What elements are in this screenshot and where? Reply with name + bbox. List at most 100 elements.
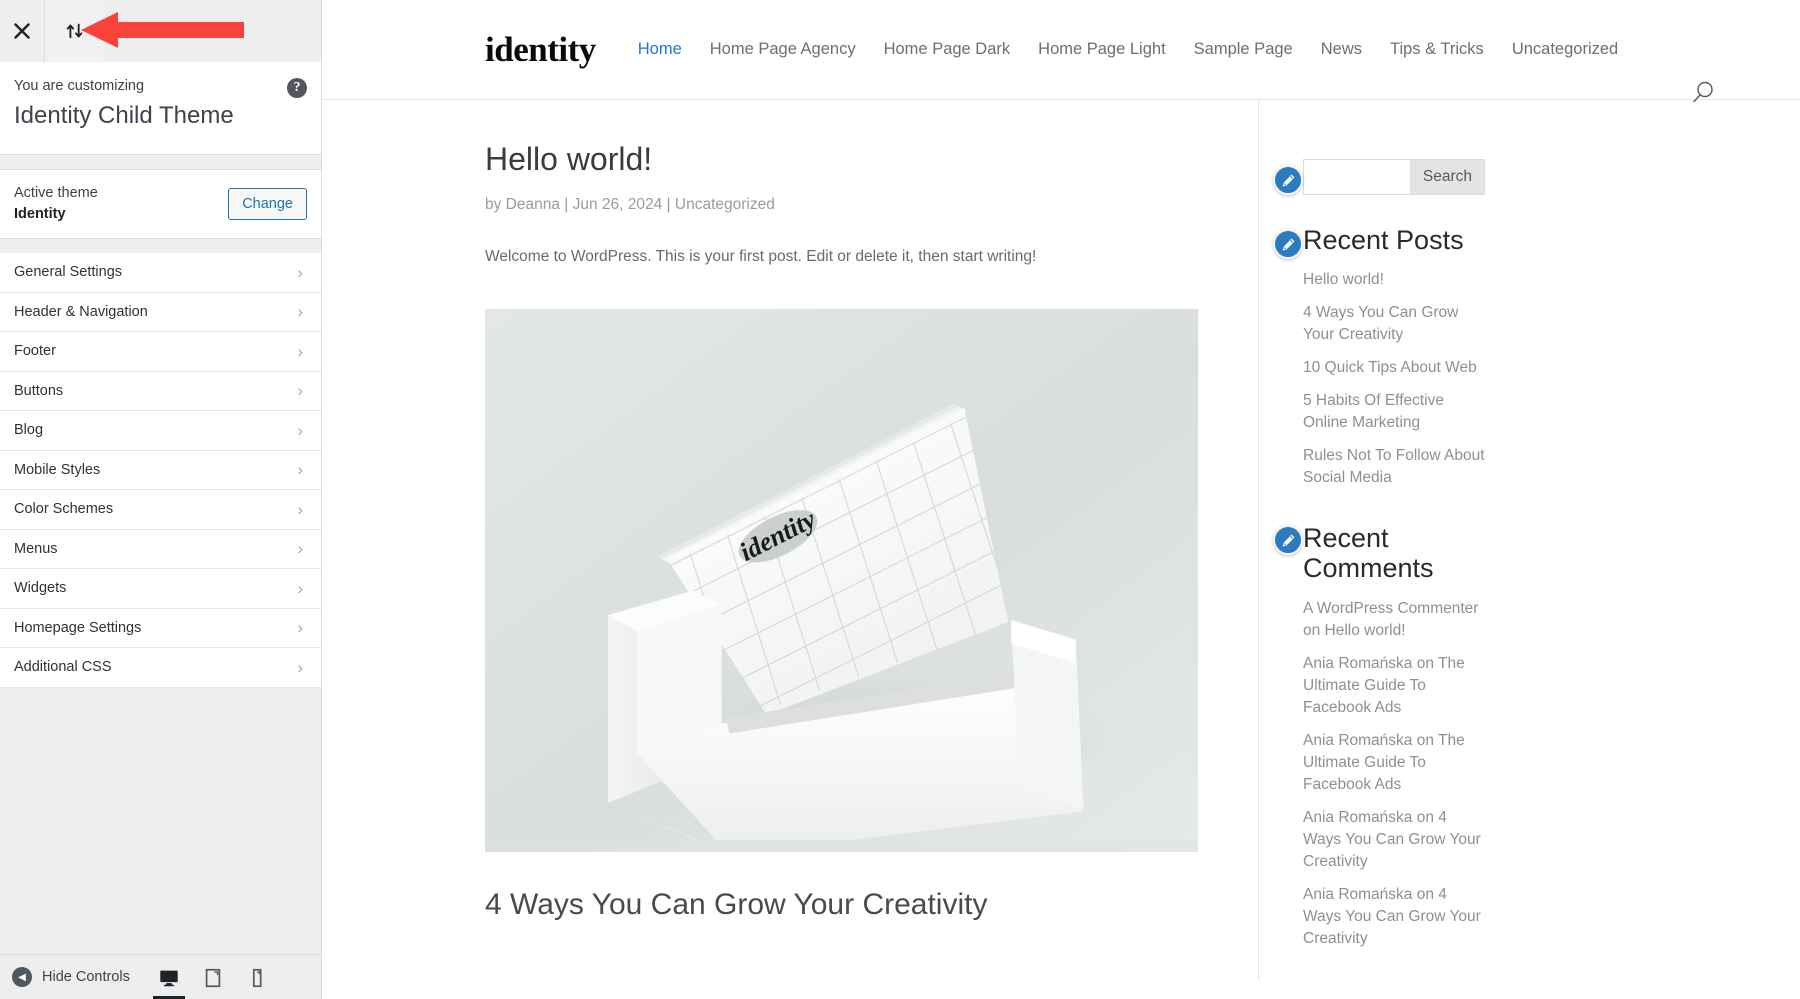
chevron-right-icon: › <box>297 578 303 598</box>
device-mobile-button[interactable] <box>245 955 269 999</box>
sidebar-item-label: Color Schemes <box>14 501 114 518</box>
widget-title-recent-posts: Recent Posts <box>1303 225 1464 255</box>
close-icon <box>14 23 30 39</box>
customizing-eyebrow: You are customizing <box>14 78 145 94</box>
device-preview-switcher <box>153 955 269 999</box>
post-body-text: Welcome to WordPress. This is your first… <box>485 248 1037 266</box>
site-body: Hello world! by Deanna | Jun 26, 2024 | … <box>322 81 1800 980</box>
sidebar-item-mobile-styles[interactable]: Mobile Styles › <box>0 450 321 491</box>
list-item[interactable]: Hello world! <box>1303 269 1488 291</box>
sidebar-item-label: Mobile Styles <box>14 461 101 478</box>
chevron-right-icon: › <box>297 618 303 638</box>
next-post-title[interactable]: 4 Ways You Can Grow Your Creativity <box>485 888 1198 922</box>
customizer-sidebar: You are customizing Identity Child Theme… <box>0 0 322 999</box>
list-item[interactable]: Ania Romańska on The Ultimate Guide To F… <box>1303 730 1488 796</box>
sidebar-item-label: Menus <box>14 540 58 557</box>
post-title: Hello world! <box>485 141 653 177</box>
collapse-sidebar-button[interactable] <box>45 0 105 62</box>
widget-recent-comments: Recent Comments A WordPress Commenter on… <box>1273 523 1800 950</box>
chevron-right-icon: › <box>297 460 303 480</box>
nav-item-tips-tricks[interactable]: Tips & Tricks <box>1376 40 1498 59</box>
help-circle-icon[interactable]: ? <box>287 78 307 98</box>
sidebar-item-label: Homepage Settings <box>14 619 142 636</box>
device-tablet-button[interactable] <box>201 955 225 999</box>
chevron-right-icon: › <box>297 539 303 559</box>
sidebar-item-buttons[interactable]: Buttons › <box>0 371 321 412</box>
widget-title-recent-comments: Recent Comments <box>1303 523 1434 584</box>
sidebar-item-menus[interactable]: Menus › <box>0 529 321 570</box>
sidebar-item-color-schemes[interactable]: Color Schemes › <box>0 490 321 530</box>
edit-shortcut-recent-comments-widget[interactable] <box>1273 525 1303 556</box>
sidebar-item-label: Header & Navigation <box>14 303 148 320</box>
edit-shortcut-recent-posts-widget[interactable] <box>1273 229 1303 259</box>
chevron-right-icon: › <box>297 499 303 519</box>
sidebar-spacer-2 <box>0 239 321 254</box>
site-logo[interactable]: identity <box>485 30 596 70</box>
list-item[interactable]: Ania Romańska on 4 Ways You Can Grow You… <box>1303 884 1488 950</box>
caret-left-circle-icon: ◀ <box>12 967 32 987</box>
mobile-icon <box>252 968 262 987</box>
nav-item-home-page-dark[interactable]: Home Page Dark <box>870 40 1025 59</box>
sidebar-item-label: Blog <box>14 422 44 439</box>
chevron-right-icon: › <box>297 262 303 282</box>
sidebar-item-header-navigation[interactable]: Header & Navigation › <box>0 292 321 333</box>
edit-shortcut-search-widget[interactable] <box>1273 165 1303 195</box>
chevron-right-icon: › <box>297 341 303 361</box>
post-meta: by Deanna | Jun 26, 2024 | Uncategorized <box>485 196 775 214</box>
sidebar-item-blog[interactable]: Blog › <box>0 411 321 451</box>
search-input[interactable] <box>1304 160 1410 194</box>
customizer-footer: ◀ Hide Controls <box>0 954 321 999</box>
sidebar-item-homepage-settings[interactable]: Homepage Settings › <box>0 608 321 649</box>
pencil-edit-icon <box>1282 238 1294 250</box>
nav-item-home[interactable]: Home <box>624 40 696 59</box>
recent-posts-list: Hello world! 4 Ways You Can Grow Your Cr… <box>1303 269 1800 489</box>
sidebar-item-label: Footer <box>14 343 56 360</box>
recent-comments-list: A WordPress Commenter on Hello world! An… <box>1303 598 1800 950</box>
change-theme-button[interactable]: Change <box>228 188 307 221</box>
nav-item-sample-page[interactable]: Sample Page <box>1180 40 1307 59</box>
search-icon[interactable] <box>1690 80 1716 106</box>
customizer-topbar <box>0 0 321 62</box>
arrows-up-down-icon <box>66 23 83 39</box>
chevron-right-icon: › <box>297 657 303 677</box>
pencil-edit-icon <box>1282 174 1294 186</box>
sidebar-item-label: Widgets <box>14 580 67 597</box>
search-form: Search <box>1303 159 1485 195</box>
search-submit-button[interactable]: Search <box>1409 160 1484 194</box>
list-item[interactable]: A WordPress Commenter on Hello world! <box>1303 598 1488 642</box>
sidebar-item-label: Additional CSS <box>14 659 112 676</box>
hide-controls-label: Hide Controls <box>42 969 130 985</box>
sidebar-item-general-settings[interactable]: General Settings › <box>0 253 321 293</box>
chevron-right-icon: › <box>297 381 303 401</box>
active-theme-info: Active theme Identity <box>14 183 98 225</box>
nav-item-news[interactable]: News <box>1307 40 1376 59</box>
primary-navigation: Home Home Page Agency Home Page Dark Hom… <box>624 40 1632 59</box>
nav-item-home-page-agency[interactable]: Home Page Agency <box>696 40 870 59</box>
hide-controls-button[interactable]: ◀ Hide Controls <box>12 967 130 987</box>
list-item[interactable]: Rules Not To Follow About Social Media <box>1303 445 1488 489</box>
list-item[interactable]: 5 Habits Of Effective Online Marketing <box>1303 390 1488 434</box>
tablet-icon <box>205 968 221 987</box>
page-title: Identity Child Theme <box>14 101 234 129</box>
post-content-column: Hello world! by Deanna | Jun 26, 2024 | … <box>322 100 1258 980</box>
sidebar-spacer <box>0 155 321 170</box>
list-item[interactable]: 4 Ways You Can Grow Your Creativity <box>1303 302 1488 346</box>
sidebar-item-additional-css[interactable]: Additional CSS › <box>0 648 321 688</box>
site-preview-pane: identity Home Home Page Agency Home Page… <box>322 0 1800 999</box>
nav-item-uncategorized[interactable]: Uncategorized <box>1498 40 1632 59</box>
close-customizer-button[interactable] <box>0 0 45 62</box>
widget-recent-posts: Recent Posts Hello world! 4 Ways You Can… <box>1273 225 1800 489</box>
list-item[interactable]: 10 Quick Tips About Web <box>1303 357 1488 379</box>
sidebar-item-widgets[interactable]: Widgets › <box>0 569 321 609</box>
widget-search: Search <box>1273 159 1800 195</box>
desktop-icon <box>160 970 178 986</box>
chevron-right-icon: › <box>297 302 303 322</box>
list-item[interactable]: Ania Romańska on The Ultimate Guide To F… <box>1303 653 1488 719</box>
pencil-edit-icon <box>1282 534 1294 547</box>
nav-item-home-page-light[interactable]: Home Page Light <box>1024 40 1180 59</box>
sidebar-item-label: General Settings <box>14 264 123 281</box>
sidebar-item-footer[interactable]: Footer › <box>0 332 321 372</box>
site-header: identity Home Home Page Agency Home Page… <box>322 0 1800 100</box>
list-item[interactable]: Ania Romańska on 4 Ways You Can Grow You… <box>1303 807 1488 873</box>
device-desktop-button[interactable] <box>153 955 185 999</box>
